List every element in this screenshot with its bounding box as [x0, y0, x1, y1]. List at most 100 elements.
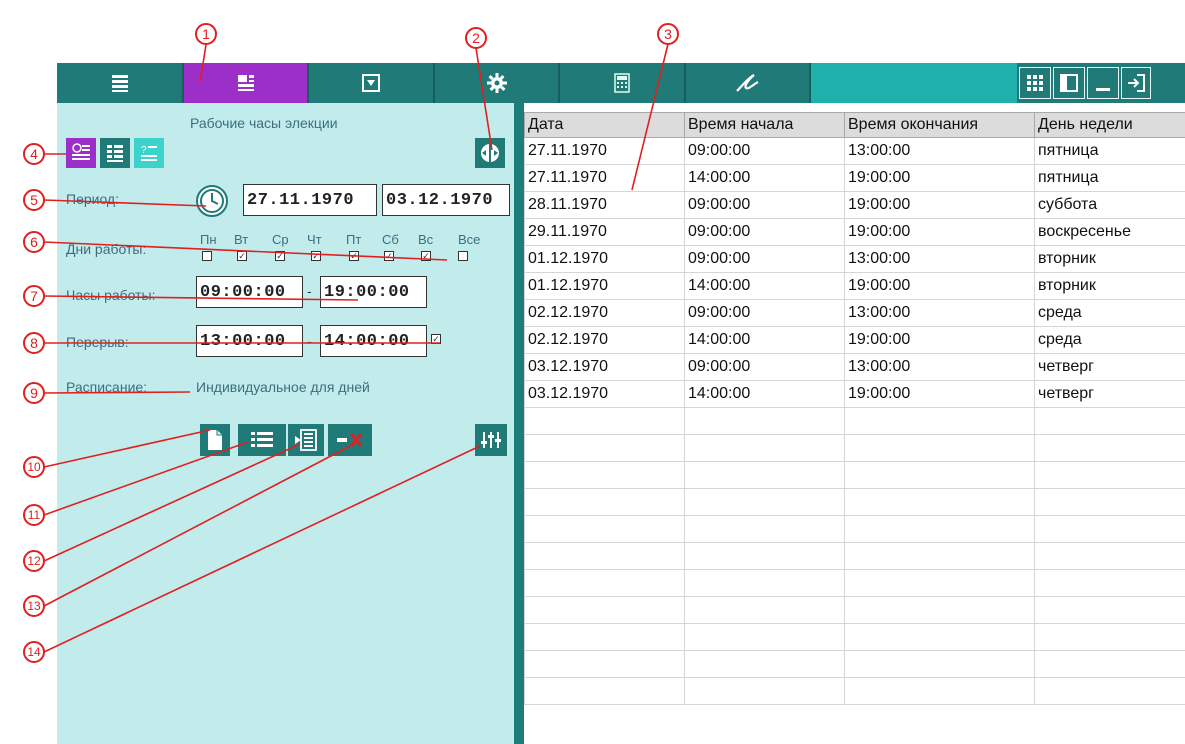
callout-9: 9 — [23, 382, 45, 404]
period-to-field[interactable]: 03.12.1970 — [382, 184, 510, 216]
minimize-button[interactable] — [1087, 67, 1119, 99]
table-row-empty[interactable] — [524, 488, 1185, 516]
list-button[interactable] — [238, 424, 286, 456]
apply-list-button[interactable] — [288, 424, 324, 456]
table-row-empty[interactable] — [524, 461, 1185, 489]
equalizer-button[interactable] — [475, 424, 507, 456]
svg-text:?: ? — [141, 145, 147, 156]
day-sun-label: Вс — [418, 232, 434, 247]
day-checkbox[interactable]: ✓ — [421, 251, 431, 261]
table-row[interactable]: 27.11.1970 14:00:00 19:00:00 пятница — [524, 164, 1185, 192]
tab-signature[interactable] — [686, 63, 811, 103]
main-toolbar — [57, 63, 1185, 103]
day-checkbox[interactable] — [458, 251, 468, 261]
day-checkbox[interactable]: ✓ — [311, 251, 321, 261]
table-cell — [684, 569, 845, 597]
table-cell: пятница — [1034, 164, 1185, 192]
table-row[interactable]: 27.11.1970 09:00:00 13:00:00 пятница — [524, 137, 1185, 165]
break-to-field[interactable]: 14:00:00 — [320, 325, 427, 357]
callout-13: 13 — [23, 595, 45, 617]
table-row-empty[interactable] — [524, 542, 1185, 570]
panel-splitter[interactable] — [514, 103, 524, 744]
tab-settings[interactable] — [435, 63, 560, 103]
column-date[interactable]: Дата — [524, 112, 685, 138]
tab-calculator[interactable] — [560, 63, 686, 103]
table-header-row: Дата Время начала Время окончания День н… — [524, 112, 1185, 138]
view-table-button[interactable] — [100, 138, 130, 168]
new-document-button[interactable] — [200, 424, 230, 456]
day-checkbox[interactable]: ✓ — [384, 251, 394, 261]
table-cell: 09:00:00 — [684, 353, 845, 381]
hours-to-field[interactable]: 19:00:00 — [320, 276, 427, 308]
day-checkbox[interactable]: ✓ — [349, 251, 359, 261]
table-row-empty[interactable] — [524, 434, 1185, 462]
day-checkbox[interactable] — [202, 251, 212, 261]
table-cell — [1034, 623, 1185, 651]
table-cell: 13:00:00 — [844, 299, 1035, 327]
table-cell: 01.12.1970 — [524, 245, 685, 273]
table-row-empty[interactable] — [524, 515, 1185, 543]
period-from-field[interactable]: 27.11.1970 — [243, 184, 377, 216]
table-row[interactable]: 01.12.1970 09:00:00 13:00:00 вторник — [524, 245, 1185, 273]
table-row-empty[interactable] — [524, 650, 1185, 678]
break-from-field[interactable]: 13:00:00 — [196, 325, 303, 357]
table-row[interactable]: 28.11.1970 09:00:00 19:00:00 суббота — [524, 191, 1185, 219]
table-row-empty[interactable] — [524, 596, 1185, 624]
day-all-label: Все — [458, 232, 481, 247]
exit-button[interactable] — [1121, 67, 1151, 99]
tab-list[interactable] — [57, 63, 184, 103]
table-cell — [524, 677, 685, 705]
tab-dashboard[interactable] — [184, 63, 309, 103]
delete-button[interactable] — [328, 424, 372, 456]
play-list-icon — [295, 429, 317, 451]
table-cell — [844, 461, 1035, 489]
callout-14: 14 — [23, 641, 45, 663]
table-cell — [844, 488, 1035, 516]
period-picker-button[interactable] — [196, 185, 228, 217]
table-row-empty[interactable] — [524, 569, 1185, 597]
table-cell: 09:00:00 — [684, 137, 845, 165]
column-start-time[interactable]: Время начала — [684, 112, 845, 138]
clock-icon — [200, 189, 224, 213]
day-fri-label: Пт — [346, 232, 362, 247]
exit-icon — [1128, 74, 1145, 92]
table-cell — [844, 407, 1035, 435]
table-row[interactable]: 03.12.1970 09:00:00 13:00:00 четверг — [524, 353, 1185, 381]
callout-6: 6 — [23, 231, 45, 253]
table-cell: 02.12.1970 — [524, 299, 685, 327]
table-row-empty[interactable] — [524, 677, 1185, 705]
table-row[interactable]: 01.12.1970 14:00:00 19:00:00 вторник — [524, 272, 1185, 300]
callout-2: 2 — [465, 27, 487, 49]
panel-icon — [1060, 74, 1078, 92]
column-end-time[interactable]: Время окончания — [844, 112, 1035, 138]
table-cell: воскресенье — [1034, 218, 1185, 246]
table-body: 27.11.1970 09:00:00 13:00:00 пятница 27.11.1… — [524, 137, 1185, 705]
grid-button[interactable] — [1019, 67, 1051, 99]
callout-11: 11 — [23, 504, 45, 526]
day-checkbox[interactable]: ✓ — [237, 251, 247, 261]
callout-5: 5 — [23, 189, 45, 211]
callout-12: 12 — [23, 550, 45, 572]
table-row-empty[interactable] — [524, 623, 1185, 651]
break-enabled-checkbox[interactable]: ✓ — [431, 334, 441, 344]
day-checkbox[interactable]: ✓ — [275, 251, 285, 261]
view-hours-button[interactable] — [66, 138, 96, 168]
tab-dropdown[interactable] — [309, 63, 435, 103]
table-row[interactable]: 02.12.1970 09:00:00 13:00:00 среда — [524, 299, 1185, 327]
list-icon — [111, 75, 128, 92]
hours-from-field[interactable]: 09:00:00 — [196, 276, 303, 308]
table-row[interactable]: 29.11.1970 09:00:00 19:00:00 воскресенье — [524, 218, 1185, 246]
table-cell — [844, 596, 1035, 624]
toggle-view-button[interactable] — [475, 138, 505, 168]
table-cell: среда — [1034, 299, 1185, 327]
table-cell — [524, 596, 685, 624]
view-help-button[interactable]: ? — [134, 138, 164, 168]
column-weekday[interactable]: День недели — [1034, 112, 1185, 138]
panel-button[interactable] — [1053, 67, 1085, 99]
table-row[interactable]: 02.12.1970 14:00:00 19:00:00 среда — [524, 326, 1185, 354]
table-row[interactable]: 03.12.1970 14:00:00 19:00:00 четверг — [524, 380, 1185, 408]
dropdown-box-icon — [362, 74, 380, 92]
table-row-empty[interactable] — [524, 407, 1185, 435]
help-list-icon: ? — [141, 145, 157, 161]
table-cell: 19:00:00 — [844, 164, 1035, 192]
